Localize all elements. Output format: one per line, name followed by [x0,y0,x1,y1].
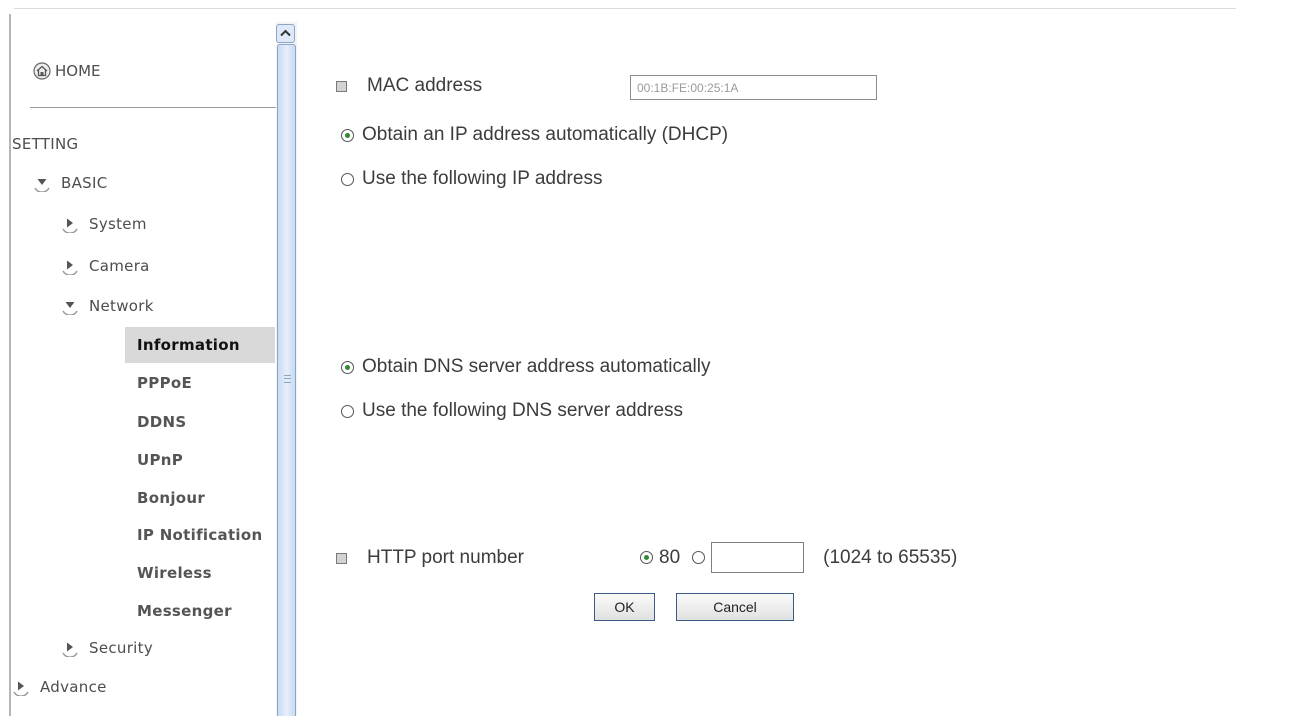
home-label: HOME [55,62,101,80]
sidebar-item-security[interactable]: Security [61,639,153,657]
sidebar-item-system[interactable]: System [61,215,147,233]
sidebar-item-ip-notification[interactable]: IP Notification [125,517,275,553]
ip-manual-option[interactable]: Use the following IP address [341,168,602,190]
setting-heading-label: SETTING [12,135,79,153]
mac-address-label: MAC address [367,75,483,96]
sidebar-item-advance-label: Advance [40,678,107,696]
http-port-row: HTTP port number [336,547,524,569]
sidebar-item-camera[interactable]: Camera [61,257,150,275]
sidebar-item-upnp[interactable]: UPnP [125,442,275,478]
sidebar-item-upnp-label: UPnP [137,451,184,469]
sidebar-item-wireless[interactable]: Wireless [125,555,275,591]
sidebar-item-messenger[interactable]: Messenger [125,593,275,629]
mac-address-row: MAC address [336,75,482,97]
http-port-range-hint: (1024 to 65535) [823,546,958,568]
square-bullet-icon [336,80,347,92]
sidebar-item-information[interactable]: Information [125,327,275,363]
dns-auto-option[interactable]: Obtain DNS server address automatically [341,356,710,378]
ok-button[interactable]: OK [594,593,655,621]
dns-auto-radio[interactable] [341,360,354,374]
sidebar-item-information-label: Information [137,336,240,354]
chevron-right-icon [62,642,78,657]
sidebar-item-basic[interactable]: BASIC [33,174,107,192]
http-port-custom-radio[interactable] [692,551,706,564]
sidebar-item-ddns-label: DDNS [137,413,187,431]
chevron-down-icon [34,179,50,192]
chevron-down-icon [62,302,78,315]
ip-auto-option[interactable]: Obtain an IP address automatically (DHCP… [341,124,728,146]
left-border [9,14,11,716]
chevron-right-icon [13,681,29,696]
ip-manual-label: Use the following IP address [362,168,603,189]
http-port-default-label: 80 [659,546,681,568]
ip-manual-radio[interactable] [341,172,354,186]
scroll-up-button[interactable] [276,24,295,43]
dns-auto-label: Obtain DNS server address automatically [362,356,711,377]
sidebar-item-security-label: Security [89,639,153,657]
chevron-right-icon [62,260,78,275]
sidebar-scrollbar[interactable] [276,22,297,716]
sidebar-item-network-label: Network [89,297,154,315]
sidebar-nav: HOME SETTING BASIC System Camera Network [12,18,288,716]
http-port-choice: 80 (1024 to 65535) [640,542,957,573]
dns-manual-option[interactable]: Use the following DNS server address [341,400,683,422]
ip-auto-radio[interactable] [341,128,354,142]
ip-auto-label: Obtain an IP address automatically (DHCP… [362,124,729,145]
sidebar-item-network[interactable]: Network [61,297,154,315]
chevron-right-icon [62,218,78,233]
sidebar-item-bonjour[interactable]: Bonjour [125,480,275,516]
sidebar-item-messenger-label: Messenger [137,602,232,620]
cancel-button[interactable]: Cancel [676,593,794,621]
top-divider [14,8,1236,9]
scrollbar-thumb[interactable] [277,44,296,716]
home-icon [33,62,51,80]
dns-manual-radio[interactable] [341,404,354,418]
sidebar-item-system-label: System [89,215,147,233]
http-port-default-radio[interactable] [640,551,653,564]
dns-manual-label: Use the following DNS server address [362,400,684,421]
mac-address-field: 00:1B:FE:00:25:1A [630,75,877,100]
scrollbar-grip-icon [284,375,291,383]
sidebar-item-basic-label: BASIC [61,174,108,192]
http-port-label: HTTP port number [367,547,524,568]
sidebar-item-camera-label: Camera [89,257,150,275]
sidebar-item-wireless-label: Wireless [137,564,212,582]
sidebar-item-ip-notification-label: IP Notification [137,526,263,544]
sidebar-item-advance[interactable]: Advance [12,678,107,696]
setting-heading: SETTING [12,135,78,153]
http-port-input[interactable] [711,542,805,573]
sidebar-divider [30,107,288,108]
sidebar-item-pppoe-label: PPPoE [137,374,193,392]
home-link[interactable]: HOME [33,62,101,80]
sidebar-item-bonjour-label: Bonjour [137,489,206,507]
sidebar-item-ddns[interactable]: DDNS [125,404,275,440]
sidebar-item-pppoe[interactable]: PPPoE [125,365,275,401]
chevron-up-icon [280,29,291,37]
square-bullet-icon [336,552,347,564]
